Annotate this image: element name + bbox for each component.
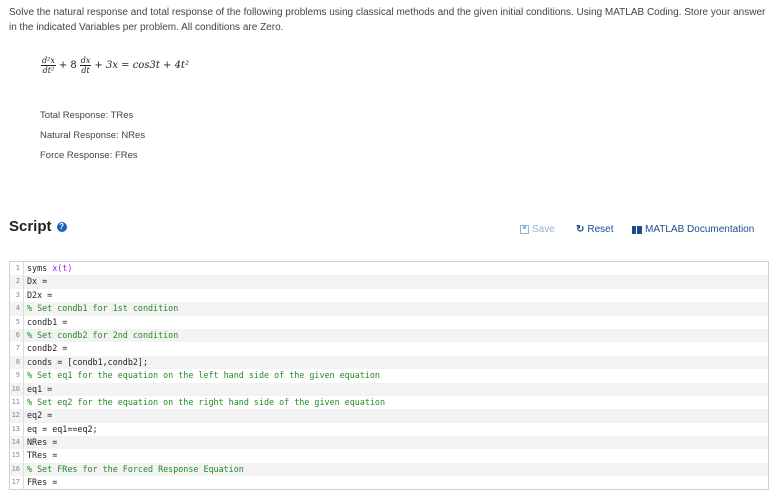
code-line[interactable]: 16% Set FRes for the Forced Response Equ… bbox=[10, 462, 768, 477]
script-title: Script bbox=[9, 218, 52, 235]
code-comment[interactable]: % Set condb2 for 2nd condition bbox=[24, 329, 178, 342]
force-response-label: Force Response: FRes bbox=[40, 150, 138, 161]
code-text[interactable]: D2x = bbox=[24, 289, 52, 302]
script-heading: Script ? bbox=[9, 218, 67, 235]
code-line[interactable]: 15 TRes = bbox=[10, 449, 768, 463]
save-label: Save bbox=[532, 224, 555, 235]
save-button[interactable]: Save bbox=[520, 224, 555, 235]
line-number: 10 bbox=[10, 382, 24, 396]
fraction-denominator: dt bbox=[81, 66, 90, 75]
code-args: x(t) bbox=[52, 263, 73, 273]
book-icon bbox=[632, 225, 642, 234]
line-number: 12 bbox=[10, 409, 24, 423]
code-content: NRes = bbox=[27, 437, 58, 448]
line-number: 11 bbox=[10, 395, 24, 410]
fraction-denominator: dt² bbox=[42, 66, 55, 75]
code-content: % Set eq2 for the equation on the right … bbox=[27, 396, 385, 407]
code-content: syms bbox=[27, 263, 53, 273]
code-line[interactable]: 8 conds = [condb1,condb2]; bbox=[10, 355, 768, 370]
code-content: % Set condb1 for 1st condition bbox=[27, 303, 179, 314]
code-text[interactable]: Dx = bbox=[24, 275, 47, 288]
code-text[interactable]: eq1 = bbox=[24, 383, 52, 396]
code-line[interactable]: 13 eq = eq1==eq2; bbox=[10, 422, 768, 437]
equation-remainder: + 3x = cos3t + 4t² bbox=[94, 60, 189, 71]
line-number: 8 bbox=[10, 355, 24, 370]
code-content: Dx = bbox=[27, 276, 48, 287]
fraction-numerator: d²x bbox=[41, 56, 56, 66]
line-number: 3 bbox=[10, 288, 24, 303]
code-content: % Set FRes for the Forced Response Equat… bbox=[27, 463, 244, 474]
reset-label: Reset bbox=[587, 224, 614, 235]
line-number: 13 bbox=[10, 422, 24, 437]
line-number: 15 bbox=[10, 449, 24, 463]
code-comment[interactable]: % Set eq2 for the equation on the right … bbox=[24, 396, 385, 409]
line-number: 17 bbox=[10, 476, 24, 489]
code-line[interactable]: 1 syms x(t) bbox=[10, 262, 768, 276]
code-text[interactable]: TRes = bbox=[24, 449, 57, 462]
code-line[interactable]: 17 FRes = bbox=[10, 476, 768, 489]
code-text[interactable]: syms x(t) bbox=[24, 262, 72, 275]
line-number: 9 bbox=[10, 369, 24, 383]
code-text[interactable]: condb1 = bbox=[24, 316, 67, 329]
code-editor[interactable]: 1 syms x(t) 2 Dx = 3 D2x = 4% Set condb1 for 1… bbox=[9, 261, 769, 490]
line-number: 14 bbox=[10, 436, 24, 450]
code-comment[interactable]: % Set condb1 for 1st condition bbox=[24, 302, 178, 315]
differential-equation: d²x dt² + 8 dx dt + 3x = cos3t + 4t² bbox=[40, 56, 191, 75]
code-line[interactable]: 7 condb2 = bbox=[10, 342, 768, 356]
code-text[interactable]: NRes = bbox=[24, 436, 57, 449]
code-comment[interactable]: % Set FRes for the Forced Response Equat… bbox=[24, 463, 244, 476]
save-icon bbox=[520, 225, 529, 234]
code-content: % Set eq1 for the equation on the left h… bbox=[27, 370, 380, 381]
code-content: eq1 = bbox=[27, 383, 53, 394]
line-number: 5 bbox=[10, 315, 24, 329]
code-content: TRes = bbox=[27, 450, 58, 461]
total-response-label: Total Response: TRes bbox=[40, 110, 134, 121]
help-icon[interactable]: ? bbox=[56, 221, 67, 232]
code-line[interactable]: 12 eq2 = bbox=[10, 409, 768, 423]
natural-response-label: Natural Response: NRes bbox=[40, 130, 146, 141]
code-content: D2x = bbox=[27, 289, 53, 300]
code-comment[interactable]: % Set eq1 for the equation on the left h… bbox=[24, 369, 380, 382]
code-line[interactable]: 9% Set eq1 for the equation on the left … bbox=[10, 369, 768, 383]
code-text[interactable]: conds = [condb1,condb2]; bbox=[24, 356, 148, 369]
line-number: 2 bbox=[10, 275, 24, 289]
code-content: condb1 = bbox=[27, 316, 68, 327]
code-line[interactable]: 10 eq1 = bbox=[10, 382, 768, 396]
line-number: 4 bbox=[10, 302, 24, 316]
equation-operator: + 8 bbox=[58, 60, 77, 71]
problem-statement: Solve the natural response and total res… bbox=[9, 7, 766, 33]
code-line[interactable]: 14 NRes = bbox=[10, 436, 768, 450]
code-text[interactable]: FRes = bbox=[24, 476, 57, 489]
code-line[interactable]: 3 D2x = bbox=[10, 288, 768, 303]
code-line[interactable]: 4% Set condb1 for 1st condition bbox=[10, 302, 768, 316]
code-line[interactable]: 6% Set condb2 for 2nd condition bbox=[10, 328, 768, 343]
code-line[interactable]: 2 Dx = bbox=[10, 275, 768, 289]
code-text[interactable]: condb2 = bbox=[24, 342, 67, 355]
code-content: % Set condb2 for 2nd condition bbox=[27, 329, 179, 340]
reset-button[interactable]: ↻ Reset bbox=[576, 224, 614, 235]
fraction-numerator: dx bbox=[79, 56, 92, 66]
code-text[interactable]: eq2 = bbox=[24, 409, 52, 422]
code-line[interactable]: 5 condb1 = bbox=[10, 315, 768, 329]
line-number: 16 bbox=[10, 462, 24, 477]
code-content: condb2 = bbox=[27, 343, 68, 354]
reset-icon: ↻ bbox=[576, 224, 585, 235]
line-number: 6 bbox=[10, 328, 24, 343]
second-derivative-fraction: d²x dt² bbox=[41, 56, 56, 75]
documentation-label: MATLAB Documentation bbox=[645, 224, 755, 235]
first-derivative-fraction: dx dt bbox=[79, 56, 92, 75]
code-content: eq = eq1==eq2; bbox=[27, 423, 98, 434]
code-content: conds = [condb1,condb2]; bbox=[27, 356, 149, 367]
code-content: eq2 = bbox=[27, 410, 53, 421]
line-number: 7 bbox=[10, 342, 24, 356]
code-line[interactable]: 11% Set eq2 for the equation on the righ… bbox=[10, 395, 768, 410]
code-content: FRes = bbox=[27, 477, 58, 488]
line-number: 1 bbox=[10, 262, 24, 276]
code-text[interactable]: eq = eq1==eq2; bbox=[24, 423, 98, 436]
matlab-documentation-link[interactable]: MATLAB Documentation bbox=[632, 224, 754, 235]
